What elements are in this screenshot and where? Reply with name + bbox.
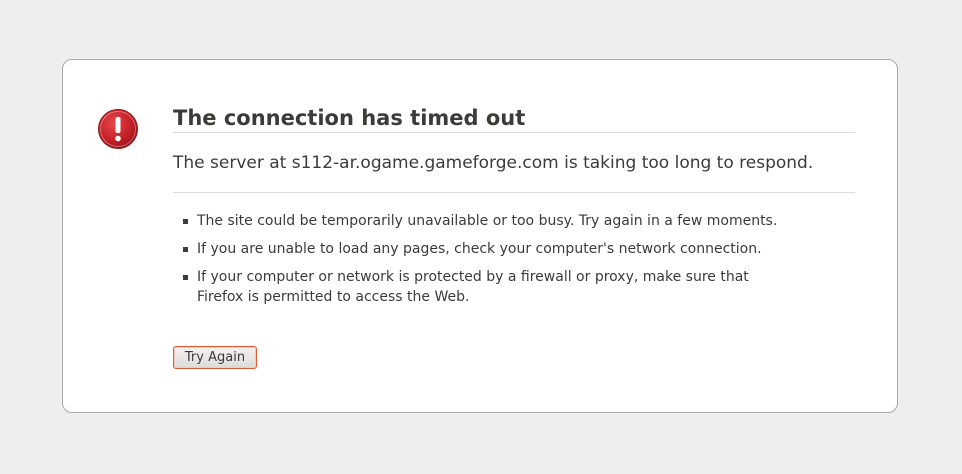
suggestion-item: If your computer or network is protected… <box>173 267 797 307</box>
suggestion-text: If you are unable to load any pages, che… <box>197 241 762 257</box>
suggestion-list: The site could be temporarily unavailabl… <box>173 211 855 307</box>
try-again-button[interactable]: Try Again <box>173 346 257 369</box>
suggestion-text: If your computer or network is protected… <box>197 269 749 305</box>
suggestion-item: If you are unable to load any pages, che… <box>173 239 797 259</box>
alert-icon <box>98 109 138 149</box>
error-title: The connection has timed out <box>173 104 855 133</box>
bullet-icon <box>183 275 188 280</box>
suggestion-text: The site could be temporarily unavailabl… <box>197 213 778 229</box>
bullet-icon <box>183 219 188 224</box>
error-content: The connection has timed out The server … <box>173 104 855 315</box>
error-message: The server at s112-ar.ogame.gameforge.co… <box>173 151 855 193</box>
error-box: The connection has timed out The server … <box>62 59 898 413</box>
bullet-icon <box>183 247 188 252</box>
suggestion-item: The site could be temporarily unavailabl… <box>173 211 797 231</box>
